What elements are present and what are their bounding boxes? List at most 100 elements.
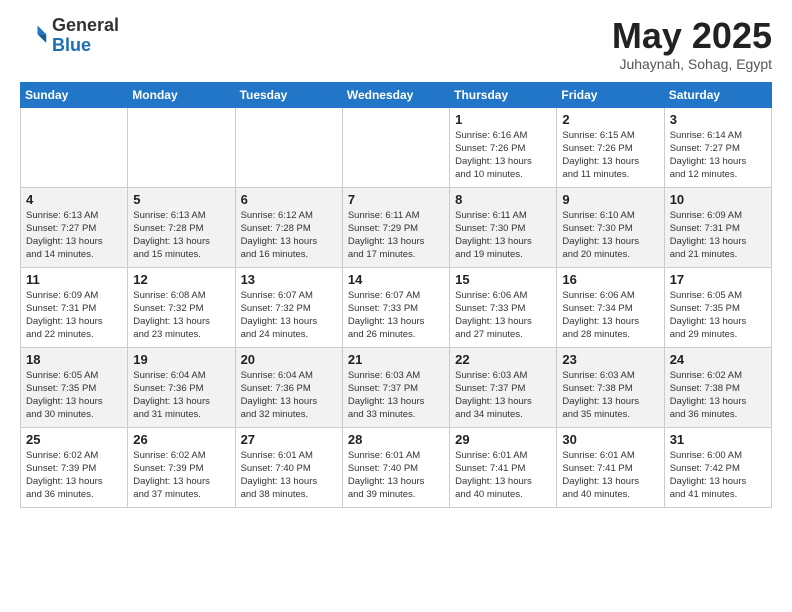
day-info: Sunrise: 6:01 AM Sunset: 7:40 PM Dayligh… xyxy=(348,449,444,502)
day-number: 6 xyxy=(241,192,337,207)
day-number: 20 xyxy=(241,352,337,367)
header-cell-friday: Friday xyxy=(557,82,664,107)
week-row-3: 18 Sunrise: 6:05 AM Sunset: 7:35 PM Dayli… xyxy=(21,347,772,427)
day-info: Sunrise: 6:06 AM Sunset: 7:34 PM Dayligh… xyxy=(562,289,658,342)
day-info: Sunrise: 6:07 AM Sunset: 7:33 PM Dayligh… xyxy=(348,289,444,342)
day-number: 17 xyxy=(670,272,766,287)
day-cell-3: 3 Sunrise: 6:14 AM Sunset: 7:27 PM Daylig… xyxy=(664,107,771,187)
logo-text: General Blue xyxy=(52,16,119,56)
day-info: Sunrise: 6:11 AM Sunset: 7:29 PM Dayligh… xyxy=(348,209,444,262)
day-cell-16: 16 Sunrise: 6:06 AM Sunset: 7:34 PM Dayli… xyxy=(557,267,664,347)
day-cell-1: 1Sunrise: 6:16 AM Sunset: 7:26 PM Daylig… xyxy=(450,107,557,187)
day-number: 12 xyxy=(133,272,229,287)
day-number: 18 xyxy=(26,352,122,367)
day-info: Sunrise: 6:00 AM Sunset: 7:42 PM Dayligh… xyxy=(670,449,766,502)
day-number: 25 xyxy=(26,432,122,447)
day-number: 11 xyxy=(26,272,122,287)
day-number: 4 xyxy=(26,192,122,207)
day-number: 26 xyxy=(133,432,229,447)
day-cell-25: 25Sunrise: 6:02 AM Sunset: 7:39 PM Dayli… xyxy=(21,427,128,507)
day-cell-19: 19 Sunrise: 6:04 AM Sunset: 7:36 PM Dayli… xyxy=(128,347,235,427)
day-cell-17: 17 Sunrise: 6:05 AM Sunset: 7:35 PM Dayli… xyxy=(664,267,771,347)
day-info: Sunrise: 6:01 AM Sunset: 7:41 PM Dayligh… xyxy=(455,449,551,502)
day-info: Sunrise: 6:06 AM Sunset: 7:33 PM Dayligh… xyxy=(455,289,551,342)
day-cell-empty-3 xyxy=(342,107,449,187)
day-info: Sunrise: 6:02 AM Sunset: 7:38 PM Dayligh… xyxy=(670,369,766,422)
day-cell-15: 15Sunrise: 6:06 AM Sunset: 7:33 PM Dayli… xyxy=(450,267,557,347)
day-number: 29 xyxy=(455,432,551,447)
day-cell-23: 23 Sunrise: 6:03 AM Sunset: 7:38 PM Dayli… xyxy=(557,347,664,427)
week-row-2: 11 Sunrise: 6:09 AM Sunset: 7:31 PM Dayli… xyxy=(21,267,772,347)
day-cell-22: 22Sunrise: 6:03 AM Sunset: 7:37 PM Dayli… xyxy=(450,347,557,427)
day-cell-2: 2Sunrise: 6:15 AM Sunset: 7:26 PM Daylig… xyxy=(557,107,664,187)
day-cell-empty-0 xyxy=(21,107,128,187)
day-info: Sunrise: 6:01 AM Sunset: 7:41 PM Dayligh… xyxy=(562,449,658,502)
day-cell-12: 12 Sunrise: 6:08 AM Sunset: 7:32 PM Dayli… xyxy=(128,267,235,347)
day-info: Sunrise: 6:16 AM Sunset: 7:26 PM Dayligh… xyxy=(455,129,551,182)
day-info: Sunrise: 6:07 AM Sunset: 7:32 PM Dayligh… xyxy=(241,289,337,342)
day-cell-empty-2 xyxy=(235,107,342,187)
header-cell-wednesday: Wednesday xyxy=(342,82,449,107)
day-cell-10: 10Sunrise: 6:09 AM Sunset: 7:31 PM Dayli… xyxy=(664,187,771,267)
day-number: 3 xyxy=(670,112,766,127)
day-number: 9 xyxy=(562,192,658,207)
day-number: 23 xyxy=(562,352,658,367)
day-cell-6: 6 Sunrise: 6:12 AM Sunset: 7:28 PM Daylig… xyxy=(235,187,342,267)
day-cell-26: 26 Sunrise: 6:02 AM Sunset: 7:39 PM Dayli… xyxy=(128,427,235,507)
day-cell-empty-1 xyxy=(128,107,235,187)
day-info: Sunrise: 6:13 AM Sunset: 7:28 PM Dayligh… xyxy=(133,209,229,262)
day-info: Sunrise: 6:14 AM Sunset: 7:27 PM Dayligh… xyxy=(670,129,766,182)
day-info: Sunrise: 6:01 AM Sunset: 7:40 PM Dayligh… xyxy=(241,449,337,502)
day-number: 28 xyxy=(348,432,444,447)
day-info: Sunrise: 6:04 AM Sunset: 7:36 PM Dayligh… xyxy=(133,369,229,422)
calendar-title: May 2025 xyxy=(612,16,772,56)
day-cell-13: 13 Sunrise: 6:07 AM Sunset: 7:32 PM Dayli… xyxy=(235,267,342,347)
day-number: 14 xyxy=(348,272,444,287)
day-cell-11: 11 Sunrise: 6:09 AM Sunset: 7:31 PM Dayli… xyxy=(21,267,128,347)
day-number: 19 xyxy=(133,352,229,367)
day-cell-31: 31Sunrise: 6:00 AM Sunset: 7:42 PM Dayli… xyxy=(664,427,771,507)
week-row-1: 4 Sunrise: 6:13 AM Sunset: 7:27 PM Daylig… xyxy=(21,187,772,267)
day-cell-18: 18 Sunrise: 6:05 AM Sunset: 7:35 PM Dayli… xyxy=(21,347,128,427)
week-row-0: 1Sunrise: 6:16 AM Sunset: 7:26 PM Daylig… xyxy=(21,107,772,187)
day-info: Sunrise: 6:05 AM Sunset: 7:35 PM Dayligh… xyxy=(26,369,122,422)
day-number: 16 xyxy=(562,272,658,287)
day-number: 30 xyxy=(562,432,658,447)
header-row: SundayMondayTuesdayWednesdayThursdayFrid… xyxy=(21,82,772,107)
day-cell-21: 21Sunrise: 6:03 AM Sunset: 7:37 PM Dayli… xyxy=(342,347,449,427)
day-cell-30: 30 Sunrise: 6:01 AM Sunset: 7:41 PM Dayli… xyxy=(557,427,664,507)
calendar-table: SundayMondayTuesdayWednesdayThursdayFrid… xyxy=(20,82,772,508)
day-info: Sunrise: 6:09 AM Sunset: 7:31 PM Dayligh… xyxy=(26,289,122,342)
header-cell-monday: Monday xyxy=(128,82,235,107)
day-number: 13 xyxy=(241,272,337,287)
day-info: Sunrise: 6:04 AM Sunset: 7:36 PM Dayligh… xyxy=(241,369,337,422)
day-cell-8: 8Sunrise: 6:11 AM Sunset: 7:30 PM Daylig… xyxy=(450,187,557,267)
day-info: Sunrise: 6:08 AM Sunset: 7:32 PM Dayligh… xyxy=(133,289,229,342)
day-cell-24: 24 Sunrise: 6:02 AM Sunset: 7:38 PM Dayli… xyxy=(664,347,771,427)
day-number: 22 xyxy=(455,352,551,367)
page: General Blue May 2025 Juhaynah, Sohag, E… xyxy=(0,0,792,612)
day-info: Sunrise: 6:03 AM Sunset: 7:37 PM Dayligh… xyxy=(348,369,444,422)
calendar-subtitle: Juhaynah, Sohag, Egypt xyxy=(612,56,772,72)
day-cell-20: 20 Sunrise: 6:04 AM Sunset: 7:36 PM Dayli… xyxy=(235,347,342,427)
calendar-header: SundayMondayTuesdayWednesdayThursdayFrid… xyxy=(21,82,772,107)
day-number: 5 xyxy=(133,192,229,207)
day-info: Sunrise: 6:12 AM Sunset: 7:28 PM Dayligh… xyxy=(241,209,337,262)
day-info: Sunrise: 6:09 AM Sunset: 7:31 PM Dayligh… xyxy=(670,209,766,262)
day-info: Sunrise: 6:11 AM Sunset: 7:30 PM Dayligh… xyxy=(455,209,551,262)
day-info: Sunrise: 6:05 AM Sunset: 7:35 PM Dayligh… xyxy=(670,289,766,342)
day-info: Sunrise: 6:15 AM Sunset: 7:26 PM Dayligh… xyxy=(562,129,658,182)
logo-blue-text: Blue xyxy=(52,36,119,56)
header: General Blue May 2025 Juhaynah, Sohag, E… xyxy=(20,16,772,72)
day-cell-27: 27Sunrise: 6:01 AM Sunset: 7:40 PM Dayli… xyxy=(235,427,342,507)
day-cell-5: 5 Sunrise: 6:13 AM Sunset: 7:28 PM Daylig… xyxy=(128,187,235,267)
day-number: 24 xyxy=(670,352,766,367)
day-info: Sunrise: 6:02 AM Sunset: 7:39 PM Dayligh… xyxy=(133,449,229,502)
day-cell-29: 29 Sunrise: 6:01 AM Sunset: 7:41 PM Dayli… xyxy=(450,427,557,507)
day-info: Sunrise: 6:03 AM Sunset: 7:38 PM Dayligh… xyxy=(562,369,658,422)
logo-icon xyxy=(20,22,48,50)
day-info: Sunrise: 6:13 AM Sunset: 7:27 PM Dayligh… xyxy=(26,209,122,262)
header-cell-sunday: Sunday xyxy=(21,82,128,107)
header-cell-thursday: Thursday xyxy=(450,82,557,107)
day-cell-7: 7Sunrise: 6:11 AM Sunset: 7:29 PM Daylig… xyxy=(342,187,449,267)
